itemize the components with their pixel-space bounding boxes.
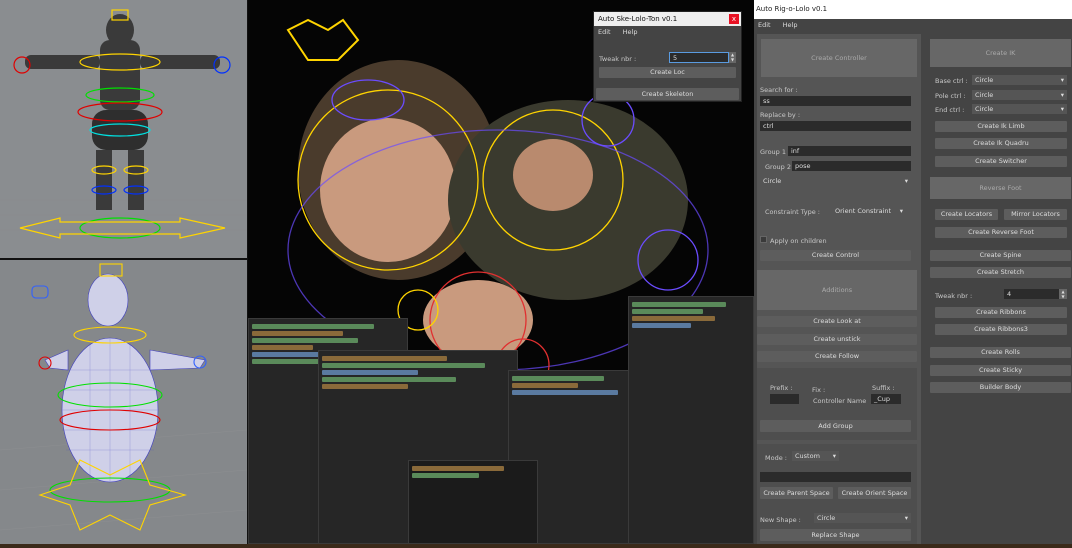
- reverse-foot-header[interactable]: Reverse Foot: [930, 177, 1071, 199]
- menu-edit[interactable]: Edit: [758, 21, 771, 29]
- mode-label: Mode :: [765, 454, 787, 462]
- pole-ctrl-label: Pole ctrl :: [935, 92, 966, 100]
- group2-input[interactable]: pose: [792, 161, 911, 171]
- ske-tool-window: Auto Ske-Lolo-Ton v0.1 x Edit Help Tweak…: [593, 11, 742, 102]
- tweak-input[interactable]: 5: [669, 52, 729, 63]
- menu-edit[interactable]: Edit: [598, 28, 611, 36]
- create-locators-button[interactable]: Create Locators: [935, 209, 998, 220]
- ske-menubar: Edit Help: [594, 26, 741, 38]
- replace-input[interactable]: ctrl: [760, 121, 911, 131]
- prefix-input[interactable]: [770, 394, 799, 404]
- pole-ctrl-dropdown[interactable]: Circle: [972, 90, 1067, 100]
- suffix-label: Suffix :: [872, 384, 895, 392]
- create-parent-space-button[interactable]: Create Parent Space: [760, 487, 833, 499]
- create-look-at-button[interactable]: Create Look at: [757, 316, 917, 327]
- rig-menubar: Edit Help: [754, 19, 1072, 31]
- ske-window-titlebar[interactable]: Auto Ske-Lolo-Ton v0.1 x: [594, 12, 741, 26]
- group2-label: Group 2 :: [765, 163, 796, 171]
- create-sticky-button[interactable]: Create Sticky: [930, 365, 1071, 376]
- apply-children-checkbox[interactable]: [760, 236, 767, 243]
- tweak-stepper[interactable]: ▲ ▼: [1059, 289, 1067, 299]
- code-editor-snippet: [408, 460, 538, 544]
- apply-children-label: Apply on children: [770, 237, 827, 245]
- ske-window-title: Auto Ske-Lolo-Ton v0.1: [598, 15, 678, 23]
- taskbar-strip: [0, 544, 1072, 548]
- code-editor-snippet: [628, 296, 754, 544]
- mode-dropdown[interactable]: Custom: [792, 451, 839, 461]
- tweak-label: Tweak nbr :: [599, 55, 637, 63]
- create-ribbons-button[interactable]: Create Ribbons: [935, 307, 1067, 318]
- end-ctrl-label: End ctrl :: [935, 106, 965, 114]
- constraint-type-label: Constraint Type :: [765, 208, 820, 216]
- tweak-input[interactable]: 4: [1004, 289, 1059, 299]
- additions-header[interactable]: Additions: [757, 270, 917, 310]
- viewport-rig-perspective[interactable]: [0, 260, 247, 544]
- base-ctrl-label: Base ctrl :: [935, 77, 968, 85]
- create-ik-quadru-button[interactable]: Create Ik Quadru: [935, 138, 1067, 149]
- base-ctrl-dropdown[interactable]: Circle: [972, 75, 1067, 85]
- create-orient-space-button[interactable]: Create Orient Space: [838, 487, 911, 499]
- menu-help[interactable]: Help: [623, 28, 638, 36]
- tweak-stepper[interactable]: ▲ ▼: [729, 52, 736, 63]
- search-label: Search for :: [760, 86, 798, 94]
- group1-input[interactable]: inf: [788, 146, 911, 156]
- close-button[interactable]: x: [729, 14, 739, 24]
- menu-help[interactable]: Help: [783, 21, 798, 29]
- search-input[interactable]: ss: [760, 96, 911, 106]
- rig-wireframe-figure: [0, 263, 247, 531]
- create-ik-header[interactable]: Create IK: [930, 39, 1071, 67]
- create-skeleton-button[interactable]: Create Skeleton: [596, 88, 739, 100]
- create-spine-button[interactable]: Create Spine: [930, 250, 1071, 261]
- create-stretch-button[interactable]: Create Stretch: [930, 267, 1071, 278]
- space-target-input[interactable]: [760, 472, 911, 482]
- create-loc-button[interactable]: Create Loc: [599, 67, 736, 78]
- create-ik-limb-button[interactable]: Create Ik Limb: [935, 121, 1067, 132]
- prefix-label: Prefix :: [770, 384, 793, 392]
- rig-window-title[interactable]: Auto Rig-o-Lolo v0.1: [754, 0, 1072, 19]
- replace-shape-button[interactable]: Replace Shape: [760, 529, 911, 541]
- create-control-button[interactable]: Create Control: [760, 250, 911, 261]
- new-shape-label: New Shape :: [760, 516, 801, 524]
- replace-label: Replace by :: [760, 111, 801, 119]
- create-reverse-foot-button[interactable]: Create Reverse Foot: [935, 227, 1067, 238]
- end-ctrl-dropdown[interactable]: Circle: [972, 104, 1067, 114]
- create-unstick-button[interactable]: Create unstick: [757, 334, 917, 345]
- tweak-label: Tweak nbr :: [935, 292, 973, 300]
- mirror-locators-button[interactable]: Mirror Locators: [1004, 209, 1067, 220]
- create-rolls-button[interactable]: Create Rolls: [930, 347, 1071, 358]
- create-ribbons3-button[interactable]: Create Ribbons3: [935, 324, 1067, 335]
- new-shape-dropdown[interactable]: Circle: [814, 513, 911, 523]
- create-follow-button[interactable]: Create Follow: [757, 351, 917, 362]
- controller-name-label: Controller Name: [813, 397, 867, 405]
- suffix-input[interactable]: _Cup: [871, 394, 901, 404]
- create-controller-button[interactable]: Create Controller: [761, 39, 917, 77]
- viewport-rig-front[interactable]: [0, 0, 247, 258]
- rig-tool-window: Auto Rig-o-Lolo v0.1 Edit Help Create Co…: [754, 0, 1072, 548]
- add-group-button[interactable]: Add Group: [760, 420, 911, 432]
- constraint-type-dropdown[interactable]: Orient Constraint: [832, 206, 906, 216]
- fix-label: Fix :: [812, 386, 826, 394]
- create-switcher-button[interactable]: Create Switcher: [935, 156, 1067, 167]
- group1-label: Group 1 :: [760, 148, 791, 156]
- builder-body-button[interactable]: Builder Body: [930, 382, 1071, 393]
- shape-dropdown[interactable]: Circle: [760, 176, 911, 186]
- rig-front-figure: [0, 9, 247, 239]
